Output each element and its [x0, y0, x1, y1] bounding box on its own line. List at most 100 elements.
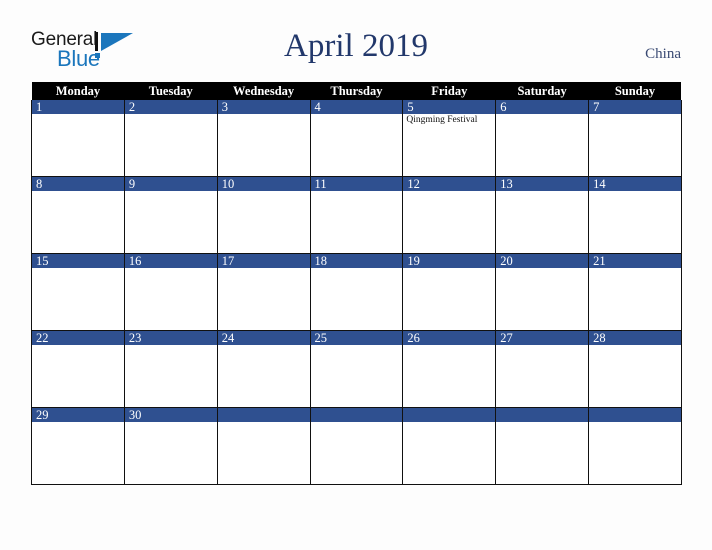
day-events — [125, 422, 217, 427]
day-events — [125, 191, 217, 196]
calendar-day-cell[interactable]: 5 Qingming Festival — [402, 100, 497, 177]
calendar-day-cell[interactable]: 27 — [495, 330, 590, 408]
calendar-day-cell[interactable]: 12 — [402, 176, 497, 254]
day-events — [32, 114, 124, 119]
day-number: 30 — [124, 408, 217, 422]
day-number: 29 — [32, 408, 124, 422]
country-label: China — [645, 46, 681, 62]
day-events — [403, 268, 495, 273]
day-number: 24 — [217, 331, 310, 345]
calendar-day-cell[interactable]: 19 — [402, 253, 497, 331]
day-events — [589, 191, 681, 196]
day-events — [311, 114, 403, 119]
day-events — [589, 268, 681, 273]
calendar-day-cell[interactable]: 8 — [31, 176, 125, 254]
calendar-day-cell[interactable]: 10 — [216, 176, 311, 254]
calendar-day-cell[interactable]: 14 — [588, 176, 682, 254]
day-number: 4 — [310, 100, 403, 114]
weekday-header-wednesday: Wednesday — [217, 82, 311, 100]
day-events — [496, 345, 588, 350]
calendar-empty-cell — [402, 407, 497, 485]
calendar-day-cell[interactable]: 29 — [31, 407, 125, 485]
calendar-day-cell[interactable]: 22 — [31, 330, 125, 408]
calendar-day-cell[interactable]: 24 — [216, 330, 311, 408]
page-title: April 2019 — [284, 28, 428, 64]
day-number: 19 — [403, 254, 496, 268]
calendar-day-cell[interactable]: 15 — [31, 253, 125, 331]
day-number: 25 — [310, 331, 403, 345]
calendar-week-row: 22 23 24 25 26 27 28 — [31, 330, 682, 408]
day-number: 8 — [32, 177, 124, 191]
calendar-day-cell[interactable]: 3 — [216, 100, 311, 177]
calendar-day-cell[interactable]: 30 — [123, 407, 218, 485]
day-events — [218, 422, 310, 427]
day-number: 16 — [124, 254, 217, 268]
day-number: 21 — [589, 254, 681, 268]
day-number: 15 — [32, 254, 124, 268]
day-number — [589, 408, 681, 422]
calendar-day-cell[interactable]: 26 — [402, 330, 497, 408]
day-number — [217, 408, 310, 422]
calendar-day-cell[interactable]: 23 — [123, 330, 218, 408]
calendar-day-cell[interactable]: 2 — [123, 100, 218, 177]
calendar-day-cell[interactable]: 18 — [309, 253, 404, 331]
day-events — [589, 345, 681, 350]
day-number — [496, 408, 589, 422]
calendar-empty-cell — [216, 407, 311, 485]
day-events — [589, 422, 681, 427]
day-number: 9 — [124, 177, 217, 191]
weekday-header-sunday: Sunday — [588, 82, 682, 100]
day-number: 2 — [124, 100, 217, 114]
calendar-day-cell[interactable]: 1 — [31, 100, 125, 177]
calendar-day-cell[interactable]: 7 — [588, 100, 682, 177]
calendar-day-cell[interactable]: 6 — [495, 100, 590, 177]
day-number: 14 — [589, 177, 681, 191]
day-number: 18 — [310, 254, 403, 268]
day-events — [32, 345, 124, 350]
day-number: 22 — [32, 331, 124, 345]
weekday-header-tuesday: Tuesday — [124, 82, 218, 100]
calendar-day-cell[interactable]: 4 — [309, 100, 404, 177]
day-events — [125, 268, 217, 273]
day-events — [125, 345, 217, 350]
day-events — [311, 422, 403, 427]
day-events: Qingming Festival — [403, 114, 495, 126]
calendar-empty-cell — [495, 407, 590, 485]
calendar-day-cell[interactable]: 13 — [495, 176, 590, 254]
day-events — [496, 422, 588, 427]
day-events — [589, 114, 681, 119]
day-events — [218, 114, 310, 119]
calendar-grid: Monday Tuesday Wednesday Thursday Friday Satu… — [31, 82, 682, 485]
calendar-table: Monday Tuesday Wednesday Thursday Friday Satu… — [31, 82, 682, 485]
day-number: 12 — [403, 177, 496, 191]
calendar-day-cell[interactable]: 11 — [309, 176, 404, 254]
day-number: 27 — [496, 331, 589, 345]
weekday-header-friday: Friday — [402, 82, 496, 100]
day-number: 10 — [217, 177, 310, 191]
calendar-day-cell[interactable]: 9 — [123, 176, 218, 254]
weekday-header-monday: Monday — [31, 82, 125, 100]
day-events — [311, 345, 403, 350]
day-number: 20 — [496, 254, 589, 268]
day-events — [403, 422, 495, 427]
day-events — [218, 191, 310, 196]
page-header: General Blue April 2019 China — [0, 0, 712, 78]
day-events — [32, 191, 124, 196]
calendar-day-cell[interactable]: 21 — [588, 253, 682, 331]
calendar-week-row: 29 30 — [31, 407, 682, 485]
day-events — [32, 422, 124, 427]
calendar-day-cell[interactable]: 17 — [216, 253, 311, 331]
day-events — [496, 191, 588, 196]
day-number — [310, 408, 403, 422]
calendar-day-cell[interactable]: 20 — [495, 253, 590, 331]
day-events — [32, 268, 124, 273]
weekday-header-saturday: Saturday — [495, 82, 589, 100]
calendar-week-row: 1 2 3 4 5 Qingming Festival 6 7 — [31, 100, 682, 177]
calendar-week-row: 8 9 10 11 12 13 14 — [31, 176, 682, 254]
calendar-header-row: Monday Tuesday Wednesday Thursday Friday Satu… — [31, 82, 682, 100]
calendar-day-cell[interactable]: 25 — [309, 330, 404, 408]
day-number: 17 — [217, 254, 310, 268]
calendar-day-cell[interactable]: 28 — [588, 330, 682, 408]
calendar-day-cell[interactable]: 16 — [123, 253, 218, 331]
day-events — [311, 191, 403, 196]
